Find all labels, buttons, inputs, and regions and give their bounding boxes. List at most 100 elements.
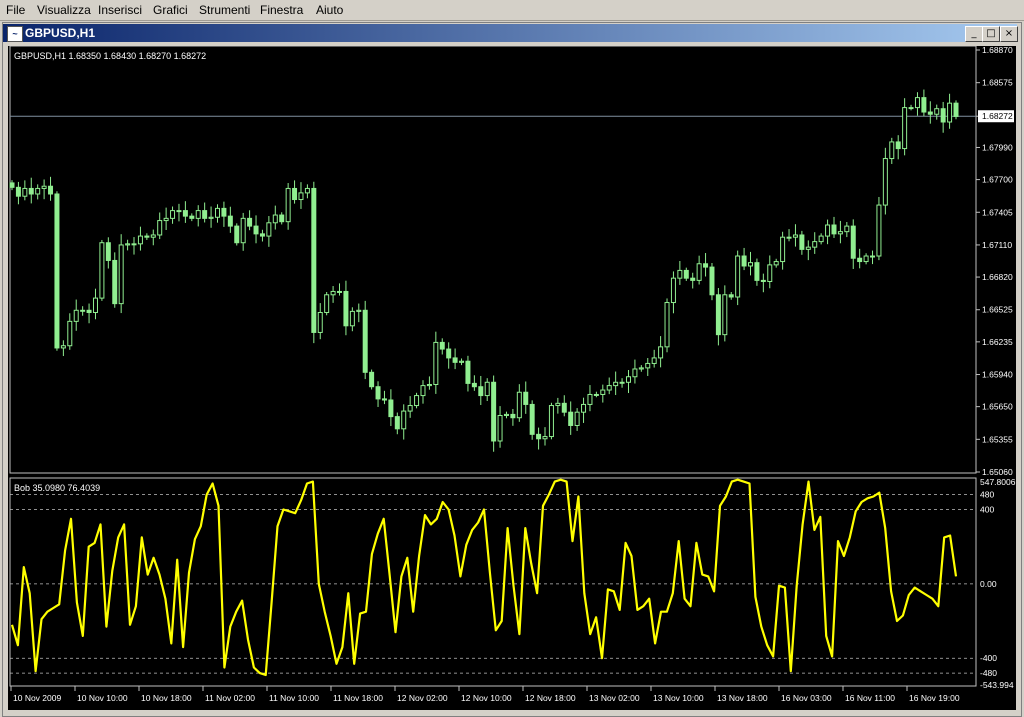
candle-body: [568, 411, 574, 426]
candle-body: [420, 385, 426, 397]
menu-file[interactable]: File: [6, 3, 25, 17]
main-chart-header: GBPUSD,H1 1.68350 1.68430 1.68270 1.6827…: [14, 51, 206, 61]
candle-body: [683, 269, 689, 279]
time-tick-label: 10 Nov 18:00: [141, 693, 192, 703]
candle-body: [28, 187, 34, 195]
candle-body: [587, 393, 593, 405]
candle-body: [953, 102, 959, 117]
candle-body: [227, 215, 233, 227]
candle-body: [940, 108, 946, 123]
candle-body: [548, 405, 554, 438]
chart-window-icon: ~: [7, 26, 23, 42]
candle-body: [876, 204, 882, 257]
candle-body: [645, 362, 651, 369]
candle-body: [914, 97, 920, 109]
candle-body: [414, 395, 420, 407]
time-tick-label: 13 Nov 18:00: [717, 693, 768, 703]
candle-body: [593, 393, 599, 396]
candle-body: [105, 242, 111, 261]
price-tick-label: 1.66235: [982, 337, 1013, 347]
time-tick-label: 12 Nov 18:00: [525, 693, 576, 703]
candle-body: [503, 413, 509, 417]
candle-body: [902, 107, 908, 150]
candle-body: [401, 410, 407, 430]
menu-view[interactable]: Visualizza: [37, 3, 91, 17]
time-tick-label: 10 Nov 10:00: [77, 693, 128, 703]
candle-body: [882, 158, 888, 206]
price-tick-label: 1.65650: [982, 402, 1013, 412]
candle-body: [812, 241, 818, 248]
candle-body: [60, 345, 66, 349]
close-button[interactable]: ×: [1000, 26, 1018, 42]
candle-body: [497, 415, 503, 442]
chart-window-title: GBPUSD,H1: [25, 26, 96, 40]
candle-body: [792, 234, 798, 238]
candle-body: [317, 312, 323, 333]
time-tick-label: 12 Nov 10:00: [461, 693, 512, 703]
candle-body: [837, 231, 843, 235]
candle-body: [234, 225, 240, 244]
candle-body: [491, 381, 497, 442]
menu-bar: File Visualizza Inserisci Grafici Strume…: [0, 0, 1024, 21]
candle-body: [529, 403, 535, 435]
candle-body: [439, 341, 445, 350]
candle-body: [285, 187, 291, 223]
candle-body: [735, 255, 741, 298]
price-axis: 1.68870 1.68575 1.68272 1.67990 1.67700 1.674…: [10, 45, 1014, 477]
menu-window[interactable]: Finestra: [260, 3, 303, 17]
candle-body: [163, 217, 169, 222]
candle-body: [484, 381, 490, 397]
candle-body: [92, 297, 98, 314]
candle-body: [760, 279, 766, 282]
time-tick-label: 11 Nov 18:00: [333, 693, 383, 703]
candle-body: [170, 210, 176, 219]
indicator-tick-label: -480: [980, 668, 997, 678]
candle-body: [690, 277, 696, 281]
candle-body: [677, 269, 683, 279]
candle-body: [388, 399, 394, 418]
candle-body: [709, 266, 715, 296]
menu-insert[interactable]: Inserisci: [98, 3, 142, 17]
candle-body: [125, 243, 131, 246]
menu-charts[interactable]: Grafici: [153, 3, 188, 17]
chart-canvas[interactable]: GBPUSD,H1 1.68350 1.68430 1.68270 1.6827…: [8, 45, 1016, 710]
price-tick-label: 1.65355: [982, 434, 1013, 444]
candle-body: [831, 224, 837, 235]
menu-tools[interactable]: Strumenti: [199, 3, 250, 17]
candle-body: [844, 225, 850, 233]
candle-body: [613, 381, 619, 387]
candle-body: [459, 360, 465, 363]
candle-body: [426, 383, 432, 387]
candle-body: [247, 217, 253, 227]
candle-body: [157, 220, 163, 236]
candle-body: [279, 214, 285, 223]
candle-body: [176, 210, 182, 213]
candle-body: [638, 367, 644, 370]
candle-body: [259, 233, 265, 237]
candle-body: [330, 290, 336, 296]
minimize-button[interactable]: _: [965, 26, 983, 42]
candle-body: [786, 236, 792, 239]
menu-help[interactable]: Aiuto: [316, 3, 343, 17]
chart-area[interactable]: GBPUSD,H1 1.68350 1.68430 1.68270 1.6827…: [8, 45, 1016, 710]
candle-body: [99, 242, 105, 299]
candle-body: [381, 398, 387, 401]
candle-body: [298, 192, 304, 201]
candle-body: [54, 193, 60, 349]
candle-body: [722, 294, 728, 336]
candle-body: [311, 187, 317, 333]
indicator-tick-label: -543.994: [980, 680, 1014, 690]
price-tick-label: 1.68272: [982, 111, 1013, 121]
indicator-line: [10, 478, 958, 677]
maximize-button[interactable]: □: [982, 26, 1000, 42]
candle-body: [670, 277, 676, 304]
candle-body: [266, 222, 272, 237]
candle-body: [780, 236, 786, 263]
candle-body: [48, 185, 54, 195]
indicator-tick-label: 0.00: [980, 579, 997, 589]
chart-window-titlebar[interactable]: ~ GBPUSD,H1 _ □ ×: [3, 24, 1018, 42]
time-tick-label: 10 Nov 2009: [13, 693, 61, 703]
candle-body: [754, 262, 760, 281]
candle-body: [221, 207, 227, 217]
candle-body: [703, 263, 709, 268]
